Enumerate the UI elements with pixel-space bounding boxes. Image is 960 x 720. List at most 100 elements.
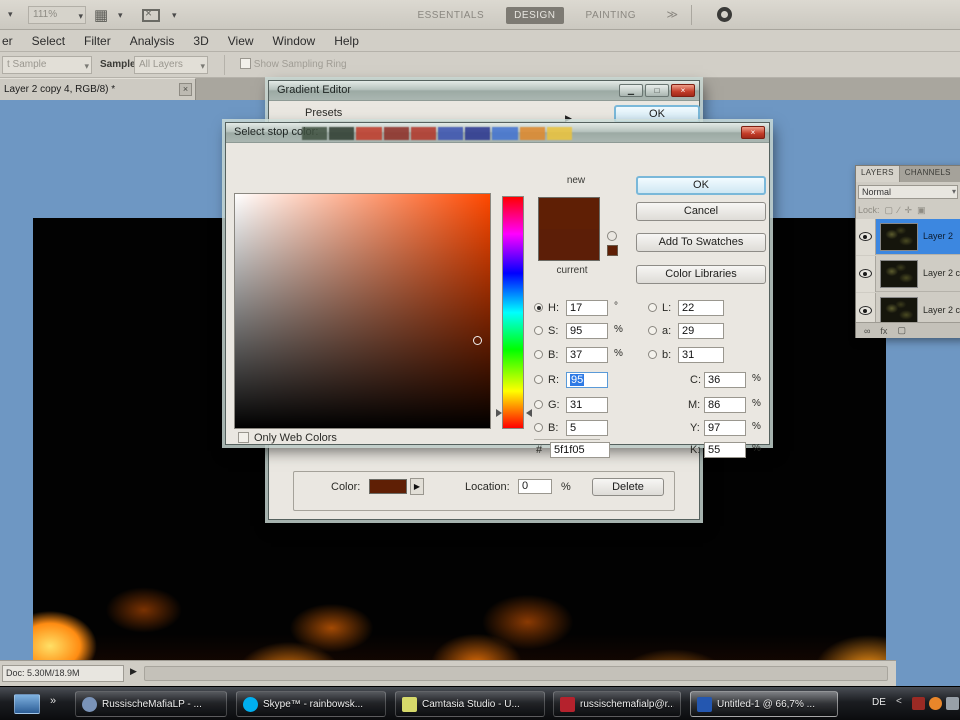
taskbar-item-camtasia[interactable]: Camtasia Studio - U... — [395, 691, 545, 717]
arrange-documents-icon[interactable]: ▦ — [94, 5, 116, 25]
b-input[interactable]: 37 — [566, 347, 608, 363]
tray-monitor-icon[interactable] — [946, 697, 959, 710]
only-web-colors-checkbox[interactable] — [238, 432, 249, 443]
menu-item-analysis[interactable]: Analysis — [130, 34, 175, 48]
radio-r[interactable] — [534, 375, 543, 384]
menu-item-window[interactable]: Window — [273, 34, 316, 48]
layer-name[interactable]: Layer 2 c — [923, 268, 960, 278]
c-input[interactable]: 36 — [704, 372, 746, 388]
layer-row[interactable]: Layer 2 c — [856, 256, 960, 292]
dropdown-arrow-icon[interactable]: ▾ — [8, 9, 13, 20]
tray-chevron-icon[interactable]: < — [896, 696, 902, 707]
taskbar-item-filezilla[interactable]: russischemafialp@r... — [553, 691, 681, 717]
lock-transparency-icon[interactable]: ▢ — [885, 205, 894, 216]
radio-b[interactable] — [534, 350, 543, 359]
horizontal-scrollbar[interactable] — [144, 666, 888, 681]
tray-app-icon[interactable] — [929, 697, 942, 710]
radio-l[interactable] — [648, 303, 657, 312]
menu-item-view[interactable]: View — [228, 34, 254, 48]
gradient-editor-titlebar[interactable]: Gradient Editor ▁ □ × — [269, 81, 699, 101]
menu-item-select[interactable]: Select — [32, 34, 65, 48]
radio-b-lab[interactable] — [648, 350, 657, 359]
link-layers-icon[interactable]: ∞ — [864, 326, 870, 336]
hue-slider-right-arrow-icon[interactable] — [526, 409, 532, 417]
screen-mode-icon[interactable] — [142, 5, 166, 25]
arrange-documents-dropdown-icon[interactable]: ▾ — [118, 5, 123, 25]
h-input[interactable]: 17 — [566, 300, 608, 316]
hue-slider-left-arrow-icon[interactable] — [496, 409, 502, 417]
radio-a[interactable] — [648, 326, 657, 335]
taskbar-window-icon[interactable] — [14, 694, 40, 714]
m-input[interactable]: 86 — [704, 397, 746, 413]
b-lab-input[interactable]: 31 — [678, 347, 724, 363]
color-field-marker[interactable] — [473, 336, 482, 345]
color-libraries-button[interactable]: Color Libraries — [636, 265, 766, 284]
radio-s[interactable] — [534, 326, 543, 335]
close-tab-icon[interactable]: × — [179, 83, 192, 96]
sample-size-dropdown[interactable]: t Sample ▾ — [2, 56, 92, 74]
workspace-tab-design[interactable]: DESIGN — [506, 6, 564, 24]
screen-mode-dropdown-icon[interactable]: ▾ — [172, 5, 177, 25]
radio-b-rgb[interactable] — [534, 423, 543, 432]
status-options-arrow-icon[interactable]: ▶ — [130, 666, 137, 677]
new-layer-icon[interactable]: ▢ — [897, 325, 906, 336]
a-input[interactable]: 29 — [678, 323, 724, 339]
taskbar-item-skype[interactable]: Skype™ - rainbowsk... — [236, 691, 386, 717]
zoom-level-dropdown[interactable]: 111% ▾ — [28, 6, 86, 24]
k-input[interactable]: 55 — [704, 442, 746, 458]
y-input[interactable]: 97 — [704, 420, 746, 436]
lock-position-icon[interactable]: ✛ — [905, 205, 913, 216]
menu-item-filter[interactable]: Filter — [84, 34, 111, 48]
b-rgb-input[interactable]: 5 — [566, 420, 608, 436]
layer-row[interactable]: Layer 2 — [856, 219, 960, 255]
stop-color-menu-icon[interactable]: ▶ — [410, 478, 424, 495]
gradient-ok-button[interactable]: OK — [614, 105, 700, 123]
radio-g[interactable] — [534, 400, 543, 409]
layer-style-fx-icon[interactable]: fx — [880, 326, 887, 336]
language-indicator[interactable]: DE — [872, 697, 886, 708]
taskbar-item-browser[interactable]: RussischeMafiaLP - ... — [75, 691, 227, 717]
g-input[interactable]: 31 — [566, 397, 608, 413]
ok-button[interactable]: OK — [636, 176, 766, 195]
stop-color-swatch[interactable] — [369, 479, 407, 494]
radio-h[interactable] — [534, 303, 543, 312]
r-input[interactable]: 95 — [566, 372, 608, 388]
close-icon[interactable]: × — [671, 84, 695, 97]
color-field[interactable] — [234, 193, 491, 429]
tab-layers[interactable]: LAYERS — [856, 166, 900, 182]
minimize-icon[interactable]: ▁ — [619, 84, 643, 97]
layer-thumbnail[interactable] — [880, 260, 918, 288]
taskbar-overflow-icon[interactable]: » — [50, 695, 56, 707]
s-input[interactable]: 95 — [566, 323, 608, 339]
menu-item-help[interactable]: Help — [334, 34, 359, 48]
show-sampling-ring-checkbox[interactable]: Show Sampling Ring — [240, 58, 347, 70]
l-input[interactable]: 22 — [678, 300, 724, 316]
workspace-tab-essentials[interactable]: ESSENTIALS — [409, 7, 492, 24]
color-picker-titlebar[interactable]: Select stop color: × — [226, 123, 769, 143]
close-icon[interactable]: × — [741, 126, 765, 139]
layer-name[interactable]: Layer 2 c — [923, 305, 960, 315]
cancel-button[interactable]: Cancel — [636, 202, 766, 221]
current-color-swatch[interactable] — [539, 229, 599, 260]
add-to-swatches-button[interactable]: Add To Swatches — [636, 233, 766, 252]
location-input[interactable]: 0 — [518, 479, 552, 494]
tab-channels[interactable]: CHANNELS — [900, 166, 956, 182]
tray-app-icon[interactable] — [912, 697, 925, 710]
menu-item-3d[interactable]: 3D — [193, 34, 208, 48]
hex-input[interactable]: 5f1f05 — [550, 442, 610, 458]
blend-mode-dropdown[interactable]: Normal ▾ — [858, 185, 958, 199]
delete-stop-button[interactable]: Delete — [592, 478, 664, 496]
menu-item-layer-partial[interactable]: er — [2, 34, 13, 48]
maximize-icon[interactable]: □ — [645, 84, 669, 97]
visibility-toggle[interactable] — [856, 256, 876, 292]
layer-thumbnail[interactable] — [880, 223, 918, 251]
sample-layers-dropdown[interactable]: All Layers ▾ — [134, 56, 208, 74]
lock-pixels-icon[interactable]: ∕ — [898, 205, 900, 215]
cs-live-icon[interactable] — [717, 7, 732, 22]
web-safe-cube-icon[interactable] — [607, 245, 618, 256]
hue-slider[interactable] — [502, 196, 524, 429]
layer-name[interactable]: Layer 2 — [923, 231, 953, 241]
layer-thumbnail[interactable] — [880, 297, 918, 325]
workspace-tab-painting[interactable]: PAINTING — [578, 7, 644, 24]
document-tab[interactable]: Layer 2 copy 4, RGB/8) * × — [0, 78, 196, 100]
